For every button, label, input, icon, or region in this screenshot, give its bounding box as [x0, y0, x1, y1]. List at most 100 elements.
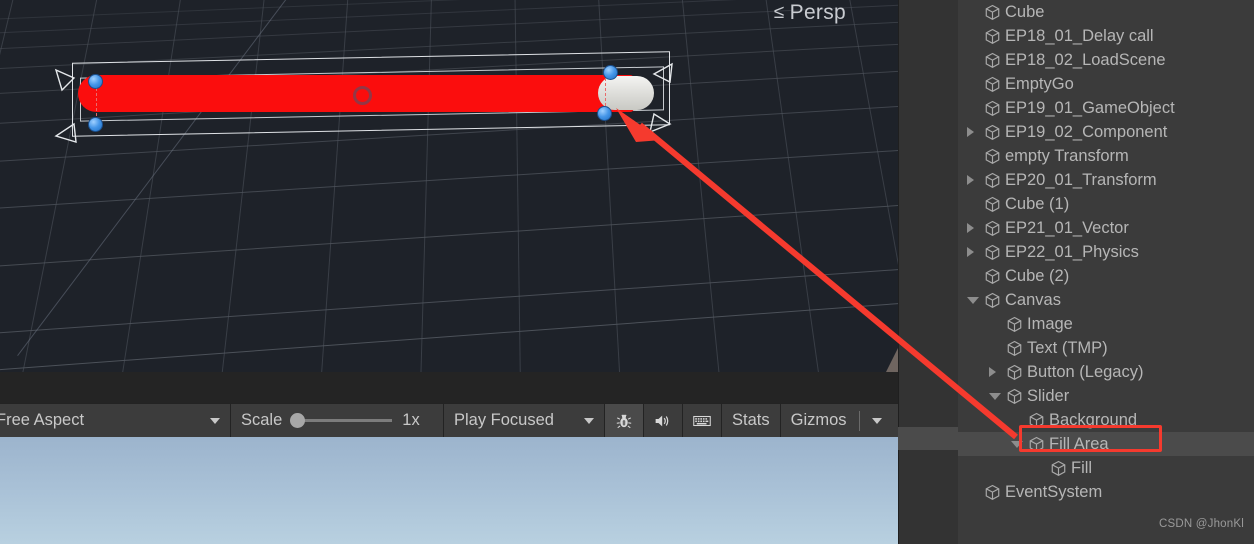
- chevron-right-icon[interactable]: [967, 127, 974, 137]
- speaker-icon[interactable]: [644, 404, 682, 437]
- hierarchy-item-emptygo[interactable]: EmptyGo: [958, 72, 1254, 96]
- chevron-down-icon[interactable]: [871, 417, 882, 424]
- hierarchy-item-ep19-01-gameobject[interactable]: EP19_01_GameObject: [958, 96, 1254, 120]
- hierarchy-item-ep22-01-physics[interactable]: EP22_01_Physics: [958, 240, 1254, 264]
- hierarchy-item-ep20-01-transform[interactable]: EP20_01_Transform: [958, 168, 1254, 192]
- play-mode-dropdown[interactable]: Play Focused: [444, 404, 604, 437]
- stats-button[interactable]: Stats: [722, 404, 780, 437]
- gameobject-cube-icon: [984, 148, 1001, 165]
- hierarchy-item-text-tmp[interactable]: Text (TMP): [958, 336, 1254, 360]
- chevron-down-icon: [210, 417, 220, 424]
- scene-camera-mode-label[interactable]: ≤ Persp: [774, 1, 846, 25]
- hierarchy-item-button-legacy[interactable]: Button (Legacy): [958, 360, 1254, 384]
- gameobject-cube-icon: [1006, 340, 1023, 357]
- chevron-right-icon[interactable]: [967, 247, 974, 257]
- gameobject-cube-icon: [984, 220, 1001, 237]
- hierarchy-item-label: Cube: [1005, 2, 1045, 21]
- hierarchy-item-label: Cube (1): [1005, 194, 1070, 213]
- chevron-down-icon: [584, 417, 594, 424]
- scale-value: 1x: [402, 411, 420, 429]
- gameobject-cube-icon: [984, 244, 1001, 261]
- gameobject-cube-icon: [984, 292, 1001, 309]
- gameobject-cube-icon: [984, 172, 1001, 189]
- grid-line-vertical: [0, 0, 23, 372]
- chevron-right-icon[interactable]: [967, 175, 974, 185]
- gameobject-cube-icon: [1006, 388, 1023, 405]
- hierarchy-item-label: EP21_01_Vector: [1005, 218, 1129, 237]
- stats-label: Stats: [732, 411, 770, 429]
- hierarchy-item-label: EP18_01_Delay call: [1005, 26, 1154, 45]
- hierarchy-item-label: Fill: [1071, 458, 1093, 477]
- camera-mode-text: Persp: [789, 1, 846, 24]
- bug-icon[interactable]: [605, 404, 643, 437]
- play-mode-label: Play Focused: [454, 411, 554, 429]
- hierarchy-item-label: Slider: [1027, 386, 1070, 405]
- hierarchy-item-cube[interactable]: Cube: [958, 0, 1254, 24]
- game-view-toolbar: Free Aspect Scale 1x Play Focused Stats …: [0, 403, 898, 437]
- scale-slider-group[interactable]: Scale 1x: [231, 404, 443, 437]
- scale-slider-thumb[interactable]: [290, 413, 306, 428]
- hierarchy-item-label: Image: [1027, 314, 1073, 333]
- pivot-point-indicator[interactable]: [353, 86, 372, 105]
- hierarchy-item-cube-2[interactable]: Cube (2): [958, 264, 1254, 288]
- chevron-down-icon[interactable]: [967, 297, 979, 304]
- hierarchy-item-eventsystem[interactable]: EventSystem: [958, 480, 1254, 504]
- chevron-down-icon[interactable]: [989, 393, 1001, 400]
- gameobject-cube-icon: [984, 100, 1001, 117]
- chevron-right-icon[interactable]: [967, 223, 974, 233]
- hierarchy-item-fill[interactable]: Fill: [958, 456, 1254, 480]
- hierarchy-panel[interactable]: Cube EP18_01_Delay call EP18_02_LoadScene E…: [958, 0, 1254, 544]
- scale-slider[interactable]: [290, 413, 393, 428]
- gameobject-cube-icon: [1006, 316, 1023, 333]
- hierarchy-item-ep18-02-loadscene[interactable]: EP18_02_LoadScene: [958, 48, 1254, 72]
- gizmos-button[interactable]: Gizmos: [780, 404, 890, 437]
- hierarchy-item-empty-transform[interactable]: empty Transform: [958, 144, 1254, 168]
- bug-glyph: [616, 414, 632, 428]
- scene-view-panel[interactable]: ≤ Persp: [0, 0, 898, 372]
- hierarchy-item-slider[interactable]: Slider: [958, 384, 1254, 408]
- hierarchy-item-label: EP18_02_LoadScene: [1005, 50, 1166, 69]
- hierarchy-item-ep19-02-component[interactable]: EP19_02_Component: [958, 120, 1254, 144]
- unity-editor-window: ≤ Persp Free Aspect Scale 1x Play Focuse…: [0, 0, 1254, 544]
- hierarchy-item-label: EP20_01_Transform: [1005, 170, 1157, 189]
- hierarchy-item-label: EmptyGo: [1005, 74, 1074, 93]
- hierarchy-gutter: [898, 0, 958, 544]
- gameobject-cube-icon: [984, 484, 1001, 501]
- grid-line-vertical: [760, 0, 826, 372]
- hierarchy-item-label: EventSystem: [1005, 482, 1103, 501]
- hierarchy-item-label: EP19_02_Component: [1005, 122, 1168, 141]
- gameobject-cube-icon: [984, 28, 1001, 45]
- scale-label: Scale: [241, 411, 283, 429]
- aspect-ratio-dropdown[interactable]: Free Aspect: [0, 404, 230, 437]
- gameobject-cube-icon: [984, 268, 1001, 285]
- hierarchy-item-cube-1[interactable]: Cube (1): [958, 192, 1254, 216]
- gameobject-cube-icon: [984, 52, 1001, 69]
- gameobject-cube-icon: [984, 4, 1001, 21]
- gizmos-label: Gizmos: [790, 411, 847, 429]
- grid-line-horizontal: [0, 147, 898, 211]
- gameobject-cube-icon: [984, 124, 1001, 141]
- hierarchy-item-label: Canvas: [1005, 290, 1061, 309]
- hierarchy-item-ep21-01-vector[interactable]: EP21_01_Vector: [958, 216, 1254, 240]
- keyboard-glyph: [693, 415, 711, 426]
- hierarchy-item-canvas[interactable]: Canvas: [958, 288, 1254, 312]
- grid-line-vertical: [842, 0, 898, 372]
- gizmos-divider: [858, 410, 860, 431]
- game-view-tab-strip: [0, 372, 898, 403]
- keyboard-icon[interactable]: [683, 404, 721, 437]
- grid-line-horizontal: [0, 266, 898, 336]
- hierarchy-item-image[interactable]: Image: [958, 312, 1254, 336]
- hierarchy-item-label: Text (TMP): [1027, 338, 1108, 357]
- speaker-glyph: [655, 415, 669, 426]
- gameobject-cube-icon: [1006, 364, 1023, 381]
- hierarchy-item-label: empty Transform: [1005, 146, 1129, 165]
- grid-line-horizontal: [0, 202, 898, 269]
- aspect-ratio-label: Free Aspect: [0, 411, 85, 429]
- hierarchy-item-label: EP22_01_Physics: [1005, 242, 1139, 261]
- chevron-right-icon[interactable]: [989, 367, 996, 377]
- hierarchy-item-label: Cube (2): [1005, 266, 1070, 285]
- rect-transform-gizmo[interactable]: [50, 51, 680, 143]
- hierarchy-item-ep18-01-delay-call[interactable]: EP18_01_Delay call: [958, 24, 1254, 48]
- game-view-render[interactable]: [0, 437, 898, 544]
- annotation-highlight-box: [1019, 425, 1162, 452]
